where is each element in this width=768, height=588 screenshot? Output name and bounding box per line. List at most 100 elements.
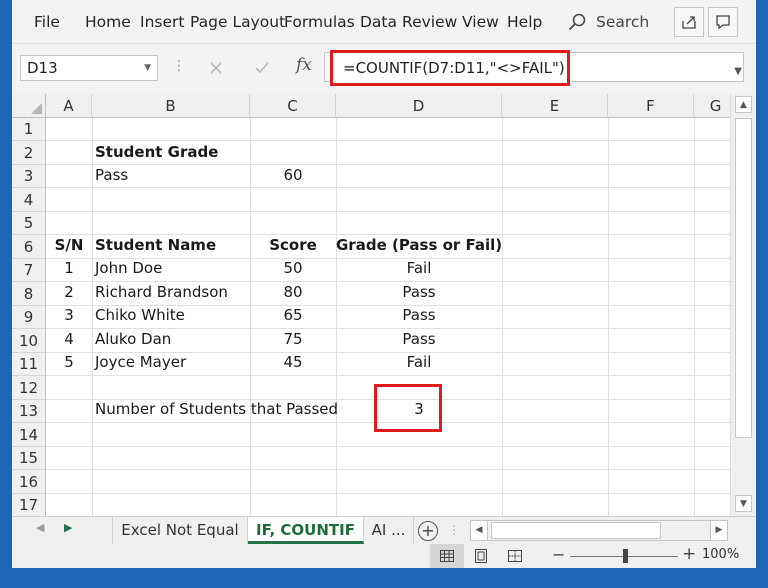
row-header-17[interactable]: 17 xyxy=(12,494,46,517)
gridline xyxy=(46,446,738,447)
row-header-4[interactable]: 4 xyxy=(12,188,46,212)
page-layout-icon xyxy=(475,549,487,563)
vertical-scrollbar[interactable]: ▲ ▼ xyxy=(730,94,756,516)
share-button[interactable] xyxy=(674,7,704,37)
cancel-entry-button[interactable] xyxy=(204,57,228,79)
sheet-tab-excel-not-equal[interactable]: Excel Not Equal xyxy=(112,517,248,544)
row-header-3[interactable]: 3 xyxy=(12,165,46,188)
vertical-scroll-thumb[interactable] xyxy=(735,118,752,438)
cell-b11[interactable]: Joyce Mayer xyxy=(95,351,186,374)
row-header-12[interactable]: 12 xyxy=(12,376,46,400)
cell-a8[interactable]: 2 xyxy=(46,281,92,304)
sheet-tabs-bar: ◀ ▶ Excel Not Equal IF, COUNTIF AI ... +… xyxy=(12,516,756,544)
cell-b7[interactable]: John Doe xyxy=(95,257,162,280)
tab-page-layout[interactable]: Page Layout xyxy=(190,0,285,44)
tab-help[interactable]: Help xyxy=(507,0,542,44)
sheet-tab-more[interactable]: AI ... xyxy=(364,517,414,544)
sheet-tab-if-countif[interactable]: IF, COUNTIF xyxy=(248,517,364,544)
column-header-e[interactable]: E xyxy=(502,94,608,118)
cell-b3[interactable]: Pass xyxy=(95,164,128,187)
row-header-11[interactable]: 11 xyxy=(12,353,46,376)
tab-home[interactable]: Home xyxy=(85,0,131,44)
row-header-6[interactable]: 6 xyxy=(12,235,46,259)
tab-file[interactable]: File xyxy=(34,0,60,44)
cell-a10[interactable]: 4 xyxy=(46,328,92,351)
zoom-in-button[interactable]: + xyxy=(682,544,696,564)
zoom-out-button[interactable]: − xyxy=(552,545,565,564)
horizontal-scroll-thumb[interactable] xyxy=(491,522,661,539)
result-highlight-box xyxy=(374,384,442,432)
next-sheet-icon[interactable]: ▶ xyxy=(64,521,72,534)
select-all-button[interactable] xyxy=(12,94,46,118)
column-header-f[interactable]: F xyxy=(608,94,694,118)
column-header-d[interactable]: D xyxy=(336,94,502,118)
prev-sheet-icon[interactable]: ◀ xyxy=(36,521,44,534)
worksheet-grid[interactable]: A B C D E F G 1 2 3 4 5 6 7 8 9 10 11 12 13 14 15 16 17 … xyxy=(12,94,756,517)
insert-function-button[interactable]: fx xyxy=(296,55,312,75)
cell-d7[interactable]: Fail xyxy=(336,257,502,280)
cell-b9[interactable]: Chiko White xyxy=(95,304,185,327)
tab-splitter-icon[interactable]: ⋮ xyxy=(448,523,460,537)
horizontal-scrollbar[interactable]: ◀ ▶ xyxy=(470,520,728,541)
row-header-13[interactable]: 13 xyxy=(12,400,46,423)
tab-formulas[interactable]: Formulas xyxy=(284,0,355,44)
cell-b8[interactable]: Richard Brandson xyxy=(95,281,228,304)
name-box-dropdown-icon[interactable]: ▼ xyxy=(144,56,151,80)
scroll-down-icon[interactable]: ▼ xyxy=(735,495,752,512)
row-header-5[interactable]: 5 xyxy=(12,212,46,235)
zoom-slider-thumb[interactable] xyxy=(623,549,628,563)
cell-c7[interactable]: 50 xyxy=(250,257,336,280)
tab-data[interactable]: Data xyxy=(360,0,397,44)
cell-d8[interactable]: Pass xyxy=(336,281,502,304)
cell-d11[interactable]: Fail xyxy=(336,351,502,374)
cell-a11[interactable]: 5 xyxy=(46,351,92,374)
scroll-left-icon[interactable]: ◀ xyxy=(471,521,488,540)
cell-c10[interactable]: 75 xyxy=(250,328,336,351)
cell-c11[interactable]: 45 xyxy=(250,351,336,374)
comments-button[interactable] xyxy=(708,7,738,37)
row-header-1[interactable]: 1 xyxy=(12,118,46,141)
cell-b6[interactable]: Student Name xyxy=(95,234,216,257)
row-header-2[interactable]: 2 xyxy=(12,141,46,165)
cell-d9[interactable]: Pass xyxy=(336,304,502,327)
tab-insert[interactable]: Insert xyxy=(140,0,184,44)
cell-c6[interactable]: Score xyxy=(250,234,336,257)
cell-d10[interactable]: Pass xyxy=(336,328,502,351)
row-header-8[interactable]: 8 xyxy=(12,282,46,306)
cell-d6[interactable]: Grade (Pass or Fail) xyxy=(336,234,502,257)
page-break-view-button[interactable] xyxy=(498,544,532,568)
cell-a6[interactable]: S/N xyxy=(46,234,92,257)
cell-b10[interactable]: Aluko Dan xyxy=(95,328,171,351)
cell-c8[interactable]: 80 xyxy=(250,281,336,304)
cell-b13[interactable]: Number of Students that Passed xyxy=(95,398,338,421)
column-header-b[interactable]: B xyxy=(92,94,250,118)
normal-view-button[interactable] xyxy=(430,544,464,568)
search-box[interactable]: Search xyxy=(568,0,649,44)
tab-view[interactable]: View xyxy=(462,0,499,44)
cell-a7[interactable]: 1 xyxy=(46,257,92,280)
row-header-14[interactable]: 14 xyxy=(12,423,46,447)
formula-text[interactable]: =COUNTIF(D7:D11,"<>FAIL") xyxy=(330,50,570,86)
row-header-9[interactable]: 9 xyxy=(12,306,46,329)
row-header-7[interactable]: 7 xyxy=(12,259,46,282)
scroll-up-icon[interactable]: ▲ xyxy=(735,96,752,113)
tab-review[interactable]: Review xyxy=(402,0,457,44)
add-sheet-icon[interactable]: + xyxy=(418,521,438,541)
zoom-level[interactable]: 100% xyxy=(702,547,739,562)
column-header-c[interactable]: C xyxy=(250,94,336,118)
row-header-10[interactable]: 10 xyxy=(12,329,46,353)
cell-b2[interactable]: Student Grade xyxy=(95,141,218,164)
row-header-16[interactable]: 16 xyxy=(12,470,46,494)
column-header-a[interactable]: A xyxy=(46,94,92,118)
cell-c3[interactable]: 60 xyxy=(250,164,336,187)
chevron-down-icon[interactable]: ▼ xyxy=(734,66,742,77)
formula-bar: D13 ▼ ⋮ fx =COUNTIF(D7:D11,"<>FAIL") ▼ xyxy=(12,44,756,90)
cell-a9[interactable]: 3 xyxy=(46,304,92,327)
page-layout-view-button[interactable] xyxy=(464,544,498,568)
row-header-15[interactable]: 15 xyxy=(12,447,46,470)
cell-c9[interactable]: 65 xyxy=(250,304,336,327)
gridline xyxy=(46,469,738,470)
scroll-right-icon[interactable]: ▶ xyxy=(710,521,727,540)
confirm-entry-button[interactable] xyxy=(250,57,274,79)
name-box[interactable]: D13 ▼ xyxy=(20,55,158,81)
